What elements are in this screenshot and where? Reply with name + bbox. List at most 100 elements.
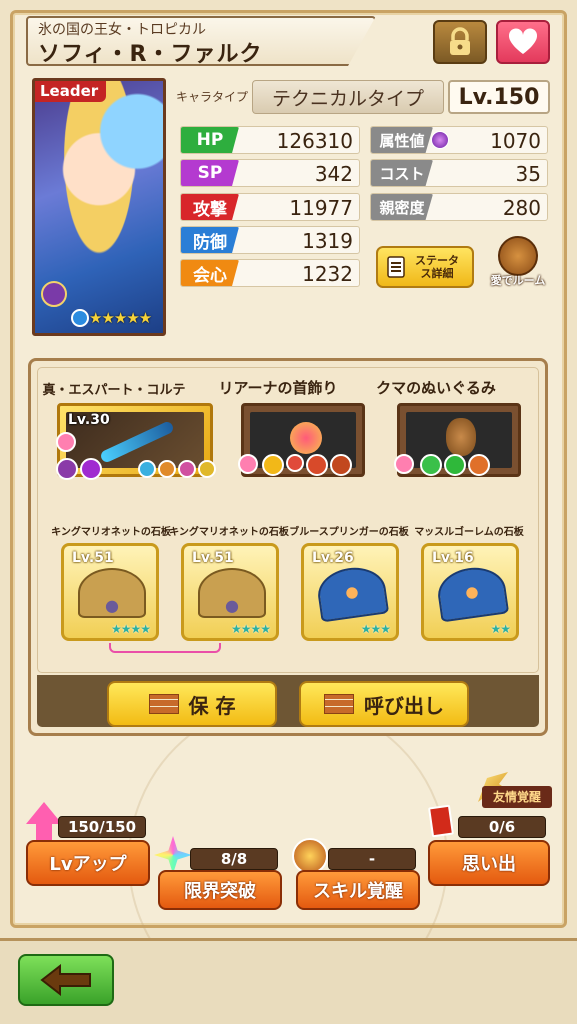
status-detail-button[interactable]: ステータス詳細 [376, 246, 474, 288]
accessory2-name: クマのぬいぐるみ [376, 379, 496, 397]
save-button[interactable]: 保 存 [107, 681, 277, 727]
weapon-level: Lv.30 [68, 412, 110, 428]
level-up-button[interactable]: Lvアップ [26, 840, 150, 886]
tablet-level: Lv.51 [72, 550, 114, 566]
stat-value: 280 [502, 196, 541, 220]
stat-label: 会心 [181, 260, 239, 286]
stat-value: 1319 [302, 229, 353, 253]
status-detail-label: ステータス詳細 [415, 254, 459, 280]
recall-label: 呼び出し [364, 693, 444, 718]
memories-button[interactable]: 思い出 [428, 840, 550, 886]
room-label: 愛でルーム [490, 274, 546, 287]
skill-awaken-orb-icon [292, 838, 328, 874]
rarity-stars: ★★★★★ [89, 309, 152, 327]
lock-button[interactable] [433, 20, 487, 64]
stat-label: コスト [371, 160, 433, 186]
brick-save-icon [148, 694, 179, 714]
water-element-icon [71, 309, 89, 327]
skill-awaken-counter: - [328, 848, 416, 870]
tablet-level: Lv.51 [192, 550, 234, 566]
stat-label: 防御 [181, 227, 239, 253]
list-icon [387, 256, 405, 278]
brick-recall-icon [324, 694, 354, 714]
type-label: キャラタイプ [176, 90, 249, 104]
stat-intimacy: 親密度 280 [370, 193, 548, 221]
back-button[interactable] [18, 954, 114, 1006]
stat-value: 1232 [302, 262, 353, 286]
tablet-stars: ★★★ [360, 622, 391, 636]
level-display: Lv.150 [448, 80, 550, 114]
weapon-gem-icons [138, 460, 216, 478]
recall-button[interactable]: 呼び出し [299, 681, 469, 727]
skill-awaken-label: スキル覚醒 [313, 881, 403, 902]
level-up-label: Lvアップ [49, 854, 127, 875]
stat-attack: 攻撃 11977 [180, 193, 360, 221]
character-portrait[interactable]: Leader ★★★★★ [32, 78, 166, 336]
accessory2-slot[interactable] [394, 403, 521, 477]
accessory1-slot[interactable] [238, 403, 365, 477]
friendship-awaken-tag: 友情覚醒 [482, 786, 552, 808]
tablet-art [198, 568, 266, 618]
tablet-art [78, 568, 146, 618]
tablet1-name: キングマリオネットの石板 [51, 527, 171, 538]
stat-value: 126310 [276, 129, 353, 153]
accessory2-skill-icons [420, 454, 490, 476]
lv-counter: 150/150 [58, 816, 146, 838]
tablet-art [434, 563, 510, 623]
save-label: 保 存 [188, 693, 236, 718]
tablet-slot-2[interactable]: Lv.51 ★★★★ [181, 543, 279, 641]
stat-label: 親密度 [371, 194, 433, 220]
skill-awaken-button[interactable]: スキル覚醒 [296, 870, 420, 910]
heart-lock-icon [394, 454, 414, 474]
memories-label: 思い出 [462, 854, 516, 875]
equipment-panel: 真・エスパート・コルテッロ リアーナの首飾り クマのぬいぐるみ Lv.30 [28, 358, 548, 736]
tablet-stars: ★★ [490, 622, 510, 636]
limit-break-button[interactable]: 限界突破 [158, 870, 282, 910]
heart-icon [508, 28, 538, 54]
stat-attribute: 属性値 1070 [370, 126, 548, 154]
stat-cost: コスト 35 [370, 159, 548, 187]
character-name: ソフィ・R・ファルク [38, 42, 263, 67]
element-orb-icon [431, 131, 449, 149]
weapon-slot[interactable]: Lv.30 [56, 403, 216, 480]
door-icon [498, 236, 538, 276]
tablet-slot-4[interactable]: Lv.16 ★★ [421, 543, 519, 641]
stat-critical: 会心 1232 [180, 259, 360, 287]
stat-label: HP [181, 127, 239, 153]
tablet-stars: ★★★★ [230, 622, 271, 636]
accessory1-skill-icons [262, 454, 352, 476]
stat-value: 11977 [289, 196, 353, 220]
tablet-slot-1[interactable]: Lv.51 ★★★★ [61, 543, 159, 641]
tablet-stars: ★★★★ [110, 622, 151, 636]
limit-break-label: 限界突破 [184, 881, 256, 902]
tablet-art [314, 563, 390, 623]
tablet4-name: マッスルゴーレムの石板 [414, 527, 524, 538]
stat-value: 342 [314, 162, 353, 186]
lock-icon [450, 27, 470, 55]
tablet2-name: キングマリオネットの石板 [169, 527, 289, 538]
type-value: テクニカルタイプ [252, 80, 444, 114]
stat-label: 属性値 [371, 127, 433, 153]
favorite-button[interactable] [496, 20, 550, 64]
stat-hp: HP 126310 [180, 126, 360, 154]
weapon-type-icon [41, 281, 67, 307]
heart-lock-icon [238, 454, 258, 474]
memory-counter: 0/6 [458, 816, 546, 838]
stat-value: 1070 [490, 129, 541, 153]
stat-value: 35 [515, 162, 541, 186]
heart-lock-icon [56, 432, 76, 452]
tablet-level: Lv.16 [432, 550, 474, 566]
stat-defense: 防御 1319 [180, 226, 360, 254]
room-button[interactable]: 愛でルーム [486, 236, 550, 294]
back-arrow-icon [40, 964, 91, 996]
level-up-arrow-stem [36, 822, 52, 840]
accessory1-name: リアーナの首飾り [218, 379, 338, 397]
tablet-slot-3[interactable]: Lv.26 ★★★ [301, 543, 399, 641]
selection-indicator [109, 643, 221, 653]
limit-break-counter: 8/8 [190, 848, 278, 870]
stat-label: SP [181, 160, 239, 186]
stat-sp: SP 342 [180, 159, 360, 187]
weapon-skill-icons [56, 458, 102, 480]
stat-label: 攻撃 [181, 194, 239, 220]
memory-card-icon [428, 804, 454, 838]
